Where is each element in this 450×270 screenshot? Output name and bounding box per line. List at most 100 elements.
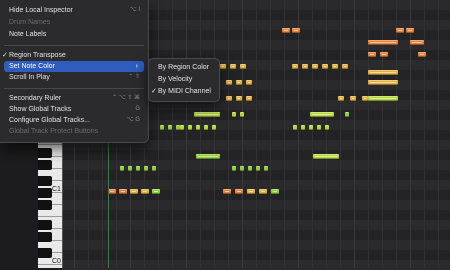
submenu-item-by-velocity[interactable]: By Velocity bbox=[149, 74, 219, 86]
midi-note[interactable] bbox=[259, 189, 267, 194]
midi-note[interactable] bbox=[188, 125, 192, 130]
midi-note[interactable] bbox=[119, 189, 127, 194]
grid-beat-line bbox=[172, 0, 173, 268]
submenu-item-by-midi-channel[interactable]: ✓ By MIDI Channel bbox=[149, 86, 219, 98]
midi-note[interactable] bbox=[338, 96, 344, 101]
midi-note[interactable] bbox=[194, 112, 220, 117]
midi-note[interactable] bbox=[271, 189, 279, 194]
midi-note[interactable] bbox=[309, 125, 313, 130]
midi-note[interactable] bbox=[248, 166, 252, 171]
black-key[interactable] bbox=[38, 148, 52, 158]
midi-note[interactable] bbox=[292, 64, 298, 69]
midi-note[interactable] bbox=[317, 125, 321, 130]
menu-item-hide-local-inspector[interactable]: Hide Local Inspector ⌥ I bbox=[0, 5, 148, 16]
midi-note[interactable] bbox=[368, 70, 398, 75]
note-velocity-bar bbox=[238, 98, 240, 99]
midi-note[interactable] bbox=[246, 96, 252, 101]
midi-note[interactable] bbox=[130, 189, 138, 194]
midi-note[interactable] bbox=[302, 64, 308, 69]
midi-note[interactable] bbox=[196, 154, 220, 159]
midi-note[interactable] bbox=[246, 80, 252, 85]
midi-note[interactable] bbox=[236, 96, 242, 101]
midi-note[interactable] bbox=[136, 166, 140, 171]
midi-note[interactable] bbox=[240, 64, 246, 69]
grid-beat-line bbox=[256, 0, 257, 268]
midi-note[interactable] bbox=[313, 154, 339, 159]
midi-note[interactable] bbox=[232, 166, 236, 171]
midi-note[interactable] bbox=[368, 96, 398, 101]
midi-note[interactable] bbox=[232, 112, 236, 117]
black-key[interactable] bbox=[38, 176, 52, 186]
midi-note[interactable] bbox=[226, 96, 232, 101]
midi-note[interactable] bbox=[396, 28, 404, 33]
midi-note[interactable] bbox=[226, 80, 232, 85]
menu-item-region-transpose[interactable]: ✓ Region Transpose bbox=[0, 50, 148, 61]
black-key[interactable] bbox=[38, 160, 52, 170]
midi-note[interactable] bbox=[406, 28, 414, 33]
black-key[interactable] bbox=[38, 232, 52, 242]
midi-note[interactable] bbox=[180, 125, 184, 130]
midi-note[interactable] bbox=[368, 40, 398, 45]
midi-note[interactable] bbox=[204, 125, 208, 130]
midi-note[interactable] bbox=[332, 64, 338, 69]
menu-item-shortcut: ⌃ ⇧ bbox=[128, 74, 140, 80]
midi-note[interactable] bbox=[322, 64, 328, 69]
midi-note[interactable] bbox=[176, 125, 180, 130]
menu-item-show-global-tracks[interactable]: Show Global Tracks G bbox=[0, 104, 148, 115]
key-label-c0: C0 bbox=[52, 258, 61, 265]
midi-note[interactable] bbox=[264, 166, 268, 171]
midi-note[interactable] bbox=[256, 166, 260, 171]
note-velocity-bar bbox=[132, 191, 136, 192]
midi-note[interactable] bbox=[301, 125, 305, 130]
midi-note[interactable] bbox=[108, 189, 116, 194]
key-label-c1: C1 bbox=[52, 186, 61, 193]
black-key[interactable] bbox=[38, 220, 52, 230]
midi-note[interactable] bbox=[350, 96, 356, 101]
midi-note[interactable] bbox=[120, 166, 124, 171]
midi-note[interactable] bbox=[230, 64, 236, 69]
midi-note[interactable] bbox=[247, 189, 255, 194]
grid-beat-line bbox=[326, 0, 327, 268]
midi-note[interactable] bbox=[380, 52, 388, 57]
midi-note[interactable] bbox=[325, 125, 329, 130]
midi-note[interactable] bbox=[282, 28, 290, 33]
note-velocity-bar bbox=[294, 66, 296, 67]
white-key-divider bbox=[38, 216, 62, 217]
menu-item-secondary-ruler[interactable]: Secondary Ruler ⌃ ⌥ ⇧ ⌘ bbox=[0, 93, 148, 104]
menu-item-set-note-color[interactable]: Set Note Color › bbox=[4, 61, 144, 72]
midi-note[interactable] bbox=[293, 125, 297, 130]
midi-note[interactable] bbox=[345, 112, 349, 117]
midi-note[interactable] bbox=[128, 166, 132, 171]
midi-note[interactable] bbox=[196, 125, 200, 130]
note-velocity-bar bbox=[248, 98, 250, 99]
black-key[interactable] bbox=[38, 200, 52, 210]
menu-item-note-labels[interactable]: Note Labels bbox=[0, 29, 148, 40]
black-key[interactable] bbox=[38, 248, 52, 258]
midi-note[interactable] bbox=[240, 112, 244, 117]
midi-note[interactable] bbox=[152, 166, 156, 171]
midi-note[interactable] bbox=[236, 80, 242, 85]
midi-note[interactable] bbox=[160, 125, 164, 130]
midi-note[interactable] bbox=[168, 125, 172, 130]
midi-note[interactable] bbox=[418, 52, 426, 57]
midi-note[interactable] bbox=[212, 125, 216, 130]
midi-note[interactable] bbox=[235, 189, 243, 194]
view-menu: Hide Local Inspector ⌥ I Drum Names Note… bbox=[0, 0, 149, 143]
midi-note[interactable] bbox=[368, 80, 398, 85]
black-key[interactable] bbox=[38, 188, 52, 198]
midi-note[interactable] bbox=[410, 40, 424, 45]
menu-item-scroll-in-play[interactable]: Scroll In Play ⌃ ⇧ bbox=[0, 72, 148, 83]
midi-note[interactable] bbox=[144, 166, 148, 171]
midi-note[interactable] bbox=[342, 64, 348, 69]
midi-note[interactable] bbox=[223, 189, 231, 194]
submenu-item-by-region-color[interactable]: By Region Color bbox=[149, 62, 219, 74]
midi-note[interactable] bbox=[292, 28, 300, 33]
midi-note[interactable] bbox=[220, 64, 226, 69]
midi-note[interactable] bbox=[368, 52, 376, 57]
midi-note[interactable] bbox=[310, 112, 334, 117]
midi-note[interactable] bbox=[312, 64, 318, 69]
midi-note[interactable] bbox=[141, 189, 149, 194]
midi-note[interactable] bbox=[240, 166, 244, 171]
midi-note[interactable] bbox=[152, 189, 160, 194]
menu-item-configure-global-tracks[interactable]: Configure Global Tracks... ⌥ G bbox=[0, 115, 148, 126]
